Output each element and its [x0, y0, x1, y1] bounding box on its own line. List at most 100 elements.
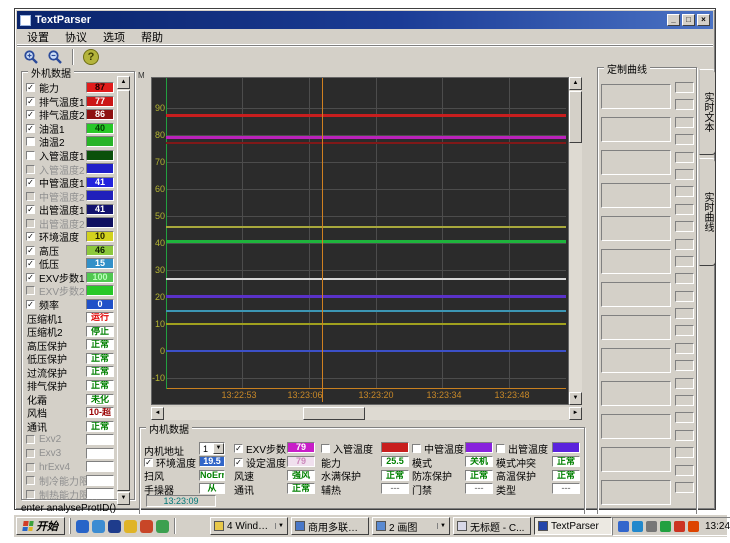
curve-name-box[interactable] — [601, 117, 671, 142]
curve-name-box[interactable] — [601, 282, 671, 307]
start-button[interactable]: 开始 — [16, 517, 65, 535]
curve-value-box[interactable] — [675, 256, 694, 267]
help-button[interactable]: ? — [81, 48, 101, 66]
chart-plot[interactable]: 9080706050403020100-1013:22:5313:23:0613… — [151, 77, 569, 405]
curve-name-box[interactable] — [601, 84, 671, 109]
folder-icon[interactable] — [156, 520, 169, 533]
scroll-left-icon[interactable]: ◄ — [151, 407, 164, 420]
curve-value-box[interactable] — [675, 412, 694, 423]
scroll-thumb[interactable] — [569, 91, 582, 143]
checkbox[interactable]: ✓ — [26, 232, 35, 241]
taskbar-button[interactable]: 4 Windows ...▼ — [210, 517, 288, 535]
scroll-down-icon[interactable]: ▼ — [117, 492, 130, 505]
checkbox[interactable]: ✓ — [234, 444, 243, 453]
checkbox[interactable]: ✓ — [26, 124, 35, 133]
time-cursor-line[interactable] — [322, 78, 323, 402]
scroll-thumb[interactable] — [117, 90, 130, 491]
zoom-out-button[interactable] — [45, 48, 65, 66]
checkbox[interactable]: ✓ — [234, 458, 243, 467]
taskbar-button[interactable]: 无标题 - C... — [453, 517, 531, 535]
scroll-up-icon[interactable]: ▲ — [117, 76, 130, 89]
curve-value-box[interactable] — [675, 360, 694, 371]
checkbox[interactable]: ✓ — [26, 83, 35, 92]
outlook-icon[interactable] — [92, 520, 105, 533]
checkbox[interactable]: ✓ — [26, 178, 35, 187]
curve-name-box[interactable] — [601, 150, 671, 175]
taskbar-button[interactable]: TextParser — [534, 517, 612, 535]
curve-value-box[interactable] — [675, 395, 694, 406]
alert-icon[interactable] — [688, 521, 699, 532]
tab-realtime-text[interactable]: 实时文本 — [699, 69, 716, 155]
close-button[interactable]: × — [697, 14, 710, 26]
taskbar-button[interactable]: 2 画图▼ — [372, 517, 450, 535]
curve-name-box[interactable] — [601, 216, 671, 241]
curve-value-box[interactable] — [675, 378, 694, 389]
curve-value-box[interactable] — [675, 169, 694, 180]
curve-name-box[interactable] — [601, 381, 671, 406]
curve-name-box[interactable] — [601, 183, 671, 208]
checkbox[interactable]: ✓ — [26, 246, 35, 255]
curve-value-box[interactable] — [675, 204, 694, 215]
ie-icon[interactable] — [76, 520, 89, 533]
scroll-right-icon[interactable]: ► — [569, 407, 582, 420]
chart-horizontal-scrollbar[interactable]: ◄► — [151, 407, 582, 420]
checkbox[interactable]: ✓ — [26, 205, 35, 214]
scroll-down-icon[interactable]: ▼ — [569, 392, 582, 405]
checkbox[interactable]: ✓ — [26, 97, 35, 106]
checkbox[interactable]: ✓ — [26, 259, 35, 268]
minimize-button[interactable]: _ — [667, 14, 680, 26]
curve-value-box[interactable] — [675, 273, 694, 284]
curve-value-box[interactable] — [675, 134, 694, 145]
player-icon[interactable] — [632, 521, 643, 532]
volume-icon[interactable] — [646, 521, 657, 532]
left-panel-scrollbar[interactable]: ▲▼ — [117, 76, 130, 505]
checkbox[interactable]: ✓ — [26, 300, 35, 309]
menu-item[interactable]: 协议 — [57, 28, 95, 46]
curve-name-box[interactable] — [601, 447, 671, 472]
antivirus-icon[interactable] — [674, 521, 685, 532]
curve-value-box[interactable] — [675, 117, 694, 128]
menu-item[interactable]: 选项 — [95, 28, 133, 46]
checkbox[interactable] — [412, 444, 421, 453]
zoom-in-button[interactable] — [21, 48, 41, 66]
curve-name-box[interactable] — [601, 480, 671, 505]
curve-value-box[interactable] — [675, 221, 694, 232]
restore-button[interactable]: □ — [682, 14, 695, 26]
curve-value-box[interactable] — [675, 186, 694, 197]
curve-value-box[interactable] — [675, 447, 694, 458]
checkbox[interactable]: ✓ — [26, 110, 35, 119]
tab-realtime-curve[interactable]: 实时曲线 — [699, 158, 716, 266]
security-icon[interactable] — [140, 520, 153, 533]
curve-value-box[interactable] — [675, 430, 694, 441]
curve-value-box[interactable] — [675, 82, 694, 93]
curve-name-box[interactable] — [601, 249, 671, 274]
titlebar[interactable]: TextParser _ □ × — [17, 11, 713, 29]
curve-value-box[interactable] — [675, 152, 694, 163]
lang-icon[interactable] — [660, 521, 671, 532]
checkbox[interactable]: ✓ — [144, 458, 153, 467]
curve-value-box[interactable] — [675, 325, 694, 336]
curve-value-box[interactable] — [675, 482, 694, 493]
curve-value-box[interactable] — [675, 308, 694, 319]
curve-name-box[interactable] — [601, 348, 671, 373]
checkbox[interactable] — [496, 444, 505, 453]
checkbox[interactable] — [321, 444, 330, 453]
checkbox[interactable] — [26, 137, 35, 146]
menu-item[interactable]: 帮助 — [133, 28, 171, 46]
checkbox[interactable]: ✓ — [26, 273, 35, 282]
curve-value-box[interactable] — [675, 99, 694, 110]
scroll-up-icon[interactable]: ▲ — [569, 77, 582, 90]
curve-name-box[interactable] — [601, 315, 671, 340]
menu-item[interactable]: 设置 — [19, 28, 57, 46]
mail-icon[interactable] — [124, 520, 137, 533]
curve-value-box[interactable] — [675, 465, 694, 476]
curve-value-box[interactable] — [675, 291, 694, 302]
checkbox[interactable] — [26, 151, 35, 160]
taskbar-button[interactable]: 商用多联第... — [291, 517, 369, 535]
chart-vertical-scrollbar[interactable]: ▲▼ — [569, 77, 582, 405]
curve-name-box[interactable] — [601, 414, 671, 439]
curve-value-box[interactable] — [675, 239, 694, 250]
scroll-thumb[interactable] — [303, 407, 365, 420]
curve-value-box[interactable] — [675, 343, 694, 354]
indoor-address-select[interactable]: 1▼ — [199, 442, 225, 455]
